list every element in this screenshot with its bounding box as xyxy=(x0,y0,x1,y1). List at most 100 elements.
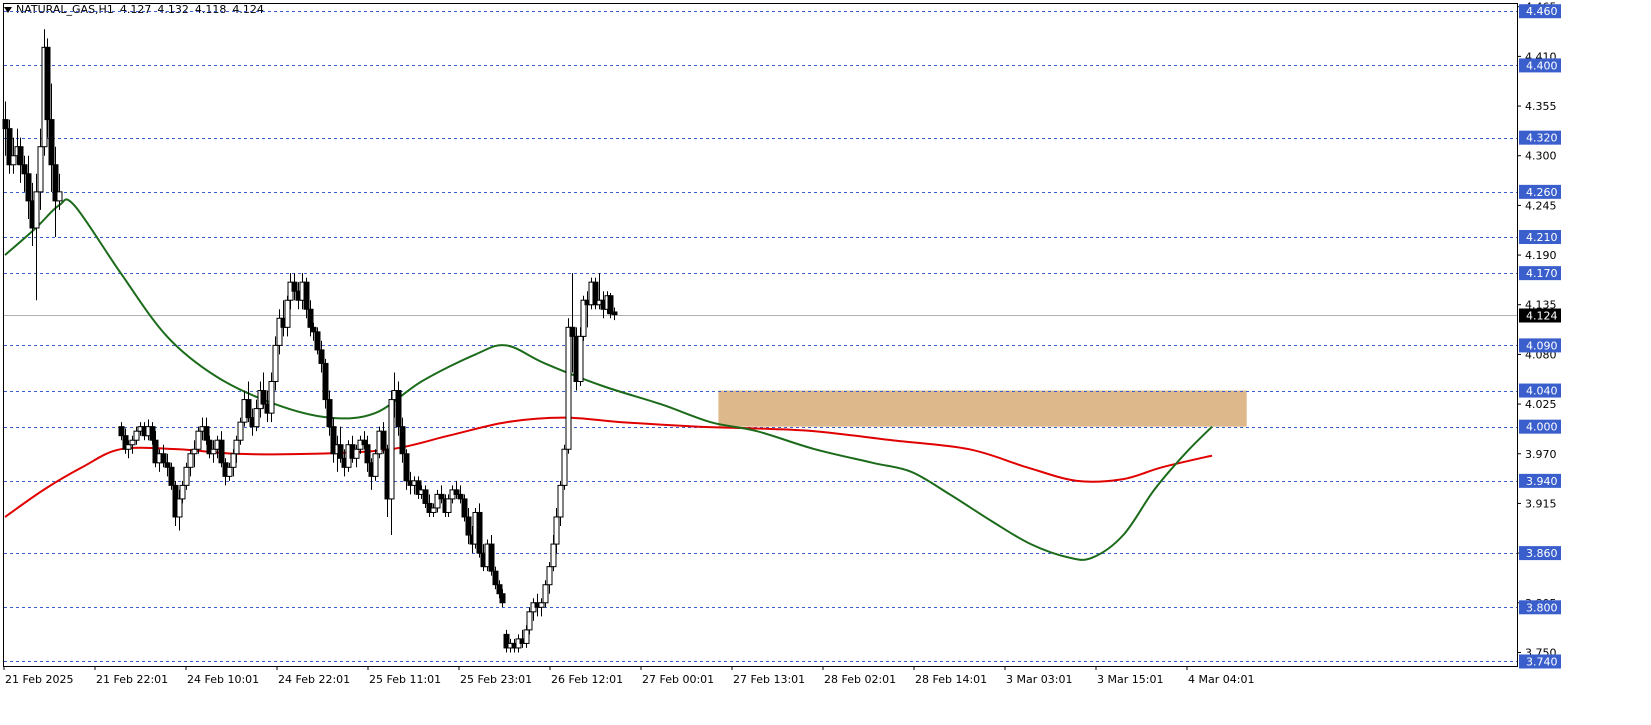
candle-body xyxy=(260,390,267,405)
candle-body xyxy=(492,570,499,586)
candle-body xyxy=(176,498,183,518)
candle-body xyxy=(310,326,317,333)
candle-body xyxy=(203,426,210,441)
candle-body xyxy=(476,511,483,554)
candle-body xyxy=(322,362,329,401)
candle-body xyxy=(542,584,549,604)
candle-body xyxy=(337,444,344,459)
level-label-text: 3.740 xyxy=(1526,655,1558,668)
candle-body xyxy=(125,444,132,450)
level-label: 4.400 xyxy=(1519,58,1561,73)
level-label: 4.090 xyxy=(1519,338,1561,353)
level-label: 4.320 xyxy=(1519,130,1561,145)
candle xyxy=(218,431,225,468)
level-label: 3.800 xyxy=(1519,600,1561,615)
candle-body xyxy=(569,326,576,337)
candle-body xyxy=(37,146,44,193)
candle-body xyxy=(314,331,321,351)
level-label-text: 3.940 xyxy=(1526,475,1558,488)
level-label: 4.170 xyxy=(1519,266,1561,281)
candle-body xyxy=(399,426,406,455)
x-tick-label: 25 Feb 11:01 xyxy=(369,673,441,686)
plot-border xyxy=(3,3,1518,667)
candle-body xyxy=(21,164,28,175)
candle-body xyxy=(226,466,233,477)
candle-body xyxy=(380,430,387,450)
level-label-text: 4.040 xyxy=(1526,385,1558,398)
candle-body xyxy=(25,173,32,202)
candle xyxy=(260,372,267,409)
candle-body xyxy=(438,493,445,500)
x-tick-label: 24 Feb 22:01 xyxy=(278,673,350,686)
level-label-text: 4.260 xyxy=(1526,186,1558,199)
level-label: 3.940 xyxy=(1519,473,1561,488)
candle-body xyxy=(557,484,564,518)
candle-body xyxy=(245,399,252,419)
candle-body xyxy=(538,602,545,608)
level-label-text: 4.210 xyxy=(1526,231,1558,244)
x-tick-label: 27 Feb 13:01 xyxy=(733,673,805,686)
y-tick-label: 4.025 xyxy=(1525,398,1557,411)
candle xyxy=(476,503,483,558)
candle-body xyxy=(453,489,460,495)
candle-body xyxy=(577,335,584,383)
candle-body xyxy=(118,426,125,437)
candle-body xyxy=(361,439,368,446)
candle xyxy=(503,629,510,653)
candle-body xyxy=(179,484,186,500)
candle-body xyxy=(364,444,371,464)
candle-body xyxy=(430,507,437,513)
y-tick-label: 3.915 xyxy=(1525,497,1557,510)
level-label: 3.740 xyxy=(1519,654,1561,669)
candle-body xyxy=(307,308,314,328)
candle-body xyxy=(149,426,156,441)
candle xyxy=(284,295,291,337)
x-tick-label: 27 Feb 00:01 xyxy=(642,673,714,686)
ma-fast-line xyxy=(4,198,1213,561)
candle-body xyxy=(326,399,333,428)
candle-body xyxy=(465,516,472,536)
y-tick-label: 3.970 xyxy=(1525,448,1557,461)
candle-body xyxy=(183,466,190,486)
x-tick-label: 24 Feb 10:01 xyxy=(187,673,259,686)
candle-body xyxy=(268,381,275,414)
candle-body xyxy=(445,498,452,513)
level-label: 4.260 xyxy=(1519,184,1561,199)
candle-body xyxy=(168,466,175,486)
x-tick-label: 21 Feb 22:01 xyxy=(96,673,168,686)
candle-body xyxy=(372,453,379,477)
candle xyxy=(561,444,568,490)
candle xyxy=(17,137,24,183)
level-label-text: 3.860 xyxy=(1526,547,1558,560)
candle-body xyxy=(303,281,310,310)
candle xyxy=(565,318,572,454)
y-tick-label: 4.300 xyxy=(1525,150,1557,163)
level-label-text: 4.170 xyxy=(1526,267,1558,280)
candle-body xyxy=(553,516,560,545)
candle-body xyxy=(580,299,587,337)
candle-body xyxy=(230,453,237,468)
candle-body xyxy=(210,448,217,455)
x-tick-label: 25 Feb 23:01 xyxy=(460,673,532,686)
candle-body xyxy=(164,462,171,468)
candle-body xyxy=(17,146,24,166)
candle-body xyxy=(233,439,240,455)
candle-body xyxy=(2,119,9,130)
current-price-label: 4.124 xyxy=(1519,308,1561,323)
candle xyxy=(415,476,422,499)
candle-body xyxy=(191,448,198,455)
candle xyxy=(388,390,395,536)
candle-body xyxy=(546,566,553,586)
x-tick-label: 21 Feb 2025 xyxy=(5,673,73,686)
level-label-text: 4.460 xyxy=(1526,5,1558,18)
candle-body xyxy=(395,390,402,428)
candle-body xyxy=(187,453,194,468)
candle-body xyxy=(133,430,140,441)
candle-body xyxy=(499,593,506,604)
price-chart[interactable]: 4.4654.4104.3554.3004.2454.1904.1354.080… xyxy=(0,0,1651,725)
level-label-text: 3.800 xyxy=(1526,601,1558,614)
x-tick-label: 3 Mar 15:01 xyxy=(1097,673,1163,686)
candle-body xyxy=(526,611,533,631)
candle-body xyxy=(129,439,136,446)
level-label-text: 4.400 xyxy=(1526,59,1558,72)
